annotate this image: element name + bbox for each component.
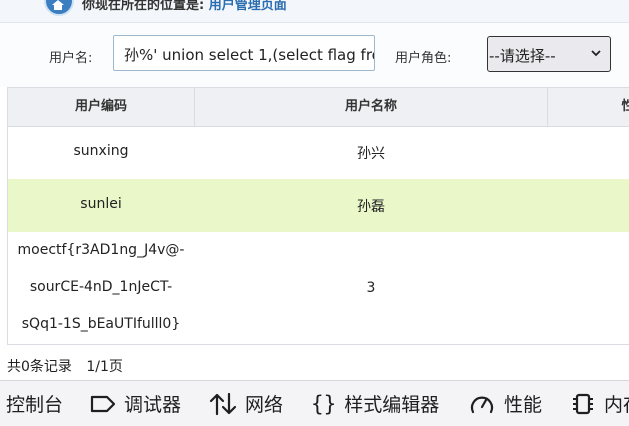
tab-label: 网络: [245, 394, 284, 416]
column-header-name: 用户名称: [344, 99, 397, 114]
tab-label: 内存: [604, 394, 629, 416]
tab-label: 调试器: [124, 394, 182, 416]
pagination: 共0条记录 1/1页: [7, 356, 133, 376]
devtools-toolbar: 控制台 调试器 网络 {} 样式编辑器 性能 内存: [0, 380, 629, 426]
tab-console[interactable]: 控制台: [6, 381, 63, 426]
tab-debugger[interactable]: 调试器: [90, 381, 181, 426]
flag-line: sQq1-1S_bEaUTIfulll0}: [21, 316, 181, 332]
role-label: 用户角色:: [395, 51, 452, 66]
cell-user-code: moectf{r3AD1ng_J4v@- sourCE-4nD_1nJeCT- …: [8, 232, 194, 343]
role-select-value: --请选择--: [489, 47, 556, 65]
column-header-code: 用户编码: [74, 99, 127, 114]
location-bar: 你现在所在的位置是: 用户管理页面: [0, 0, 629, 23]
table-row[interactable]: moectf{r3AD1ng_J4v@- sourCE-4nD_1nJeCT- …: [8, 232, 629, 344]
network-icon: [209, 392, 237, 416]
page-indicator: 1/1页: [86, 359, 123, 375]
chevron-down-icon: [590, 45, 602, 63]
tab-performance[interactable]: 性能: [468, 381, 542, 426]
tab-label: 样式编辑器: [344, 394, 440, 416]
cell-user-name: 孙磊: [357, 199, 385, 215]
cell-user-name: 孙兴: [357, 146, 385, 162]
table-row[interactable]: sunlei 孙磊: [8, 179, 629, 232]
table-row[interactable]: sunxing 孙兴: [8, 127, 629, 179]
record-count: 共0条记录: [7, 359, 72, 375]
memory-icon: [570, 392, 596, 416]
style-editor-icon: {}: [311, 391, 337, 416]
home-icon: [44, 0, 74, 16]
cell-user-name: 3: [366, 280, 376, 296]
column-header-gender: 性: [548, 88, 629, 126]
flag-line: moectf{r3AD1ng_J4v@-: [17, 242, 185, 258]
role-select[interactable]: --请选择--: [487, 36, 611, 72]
tab-memory[interactable]: 内存: [570, 381, 629, 426]
username-input[interactable]: 孙%' union select 1,(select flag fro: [113, 35, 375, 71]
location-current: 用户管理页面: [208, 0, 287, 13]
cell-user-code: sunxing: [73, 143, 129, 159]
tab-label: 控制台: [6, 394, 64, 416]
table-header: 用户编码 用户名称 性: [8, 88, 629, 127]
tab-style-editor[interactable]: {} 样式编辑器: [311, 381, 439, 426]
breadcrumb: 你现在所在的位置是: 用户管理页面: [82, 0, 287, 13]
tab-label: 性能: [504, 394, 543, 416]
flag-line: sourCE-4nD_1nJeCT-: [29, 279, 173, 295]
user-table: 用户编码 用户名称 性 sunxing 孙兴 sunlei 孙磊 moectf{…: [7, 87, 629, 345]
username-label: 用户名:: [49, 51, 93, 66]
tab-network[interactable]: 网络: [209, 381, 283, 426]
cell-user-code: sunlei: [80, 196, 122, 212]
location-prefix: 你现在所在的位置是:: [82, 0, 205, 13]
search-panel: 用户名: 孙%' union select 1,(select flag fro…: [0, 23, 629, 87]
performance-icon: [468, 392, 496, 416]
debugger-icon: [90, 394, 116, 414]
